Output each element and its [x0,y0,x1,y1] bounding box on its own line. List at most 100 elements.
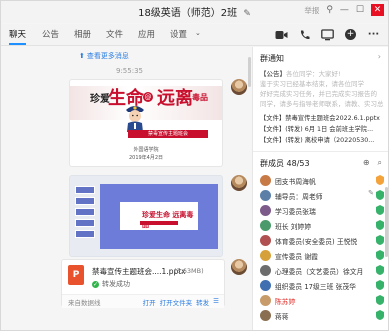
member-item[interactable]: 辅导员：周老师 ✎ [260,188,384,203]
view-more-messages-link[interactable]: ⬆ 查看更多消息 [79,51,129,61]
member-item[interactable]: 班长 刘婷婷 [260,218,384,233]
file-card-footer: 来自数据线 打开 打开文件夹 转发 ☰ [62,294,224,308]
file-name[interactable]: 禁毒宣传主题班会....1.pptx [92,266,186,277]
more-icon[interactable]: ··· [367,28,380,41]
group-file-item[interactable]: 【文件】(转发) 离校申请（20220530... [260,135,386,144]
arrow-up-icon: ⬆ [79,52,85,60]
member-name: 宣传委员 谢霞 [275,252,318,261]
group-name: 18级英语（师范）2班 [138,8,238,19]
tab-files[interactable]: 文件 [106,28,123,40]
member-list-scrollbar[interactable] [385,187,388,257]
member-avatar [260,280,271,291]
member-item[interactable]: 团支书周海帆 [260,173,384,188]
admin-badge-icon [376,235,384,245]
search-member-icon[interactable]: ⌕ [378,158,382,168]
tab-album[interactable]: 相册 [74,28,91,40]
notice-line[interactable]: 同学，请多与指导老师联系，请教、实习总 [260,98,384,108]
poster-text-away: 远离 [157,88,193,109]
menu-icon[interactable]: ☰ [213,297,219,307]
maximize-icon[interactable]: ☐ [356,4,364,16]
member-item[interactable]: 宣传委员 谢霞 [260,248,384,263]
file-tag: 【文件】 [260,137,286,144]
report-link[interactable]: 举报 [304,5,319,16]
settings-chevron-icon[interactable]: ⌄ [195,29,201,37]
members-title: 群成员 48/53 [260,159,310,168]
slide-preview: 珍爱生命 远离毒品 [100,184,218,249]
member-name: 体育委员(安全委员) 王悦悦 [275,237,358,246]
member-item[interactable]: 组织委员 17级三班 张茂华 [260,278,384,293]
minimize-icon[interactable]: — [340,4,349,16]
member-name: 团支书周海帆 [275,177,316,186]
file-source: 来自数据线 [68,299,101,307]
member-item[interactable]: 心理委员（文艺委员）徐文月 [260,263,384,278]
message-list[interactable]: ⬆ 查看更多消息 9:55:35 珍爱 生命 @ 远离 毒品 禁毒宣传主题班会 外… [1,47,251,322]
notice-more-icon[interactable]: › [378,52,381,61]
tab-announcements[interactable]: 公告 [42,28,59,40]
file-actions: 打开 打开文件夹 转发 ☰ [143,297,219,307]
chat-scrollbar[interactable] [248,57,251,87]
member-avatar [260,220,271,231]
notice-line[interactable]: 鉴于实习已经基本结束，请各位同学 [260,78,384,88]
sender-avatar[interactable] [231,79,247,95]
sender-avatar[interactable] [231,259,247,275]
member-avatar [260,250,271,261]
slide-thumbnail [75,186,95,194]
title-bar: 18级英语（师范）2班 ✎ 举报 ⚲ — ☐ ✕ [1,1,388,23]
close-icon[interactable]: ✕ [371,4,384,16]
video-call-icon[interactable] [275,28,288,41]
tab-apps[interactable]: 应用 [138,28,155,40]
group-file-name: (转发) 6月 1日 会前班主学院... [285,126,374,133]
group-file-name: 禁毒宣传主题班会2022.6.1.pptx [285,115,380,122]
admin-badge-icon [376,280,384,290]
member-avatar [260,235,271,246]
member-name: 蒋蒋 [275,312,289,321]
admin-badge-icon [376,190,384,200]
poster-text-drugs: 毒品 [192,93,208,102]
poster-text-cherish: 珍爱 [90,94,110,105]
member-item[interactable]: 蒋蒋 [260,308,384,323]
toolbar-icons: + ··· [275,28,380,41]
screen-share-icon[interactable] [321,28,334,41]
image-message-poster[interactable]: 珍爱 生命 @ 远离 毒品 禁毒宣传主题班会 外国语学院 2019年4月2日 [69,79,223,167]
forward-link[interactable]: 转发 [196,297,209,307]
open-folder-link[interactable]: 打开文件夹 [160,297,193,307]
invite-member-icon[interactable]: ⊕ [363,158,370,168]
slide-content: 珍爱生命 远离毒品 [120,202,198,230]
tab-settings[interactable]: 设置 [170,28,187,40]
pptx-file-icon: P [68,265,84,285]
notice-text: 鉴于实习已经基本结束，请各位同学 [260,80,364,88]
file-status: ✓ 转发成功 [92,279,130,289]
member-item[interactable]: 学习委员张瑞 [260,203,384,218]
add-icon[interactable]: + [344,28,357,41]
admin-badge-icon [376,205,384,215]
file-message-card[interactable]: P 禁毒宣传主题班会....1.pptx (3.63MB) ✓ 转发成功 来自数据… [61,259,225,308]
file-tag: 【文件】 [260,126,286,133]
member-name: 班长 刘婷婷 [275,222,312,231]
open-file-link[interactable]: 打开 [143,297,156,307]
sender-avatar[interactable] [231,175,247,191]
voice-call-icon[interactable] [298,28,311,41]
edit-icon[interactable]: ✎ [368,189,374,197]
member-avatar [260,175,271,186]
admin-badge-icon [376,250,384,260]
poster-badge-icon: @ [143,92,153,102]
section-divider [253,151,388,152]
group-file-item[interactable]: 【文件】(转发) 6月 1日 会前班主学院... [260,124,386,133]
member-item[interactable]: 陈苏婷 [260,293,384,308]
notice-line[interactable]: 【公告】各位同学：大家好! [260,68,384,78]
notice-line[interactable]: 好好完成实习任务，并已完成实习报告的 [260,88,384,98]
poster-banner: 禁毒宣传主题班会 [128,130,208,138]
admin-badge-icon [376,295,384,305]
pin-icon[interactable]: ⚲ [326,4,333,16]
member-avatar [260,310,271,321]
member-item[interactable]: 体育委员(安全委员) 王悦悦 [260,233,384,248]
view-more-label: 查看更多消息 [86,52,129,60]
tab-chat[interactable]: 聊天 [9,28,26,40]
file-size: (3.63MB) [174,267,204,275]
file-status-label: 转发成功 [102,280,130,288]
group-file-item[interactable]: 【文件】禁毒宣传主题班会2022.6.1.pptx [260,113,386,122]
edit-name-icon[interactable]: ✎ [243,9,251,19]
slide-red-bar [140,221,178,225]
active-tab-indicator [9,43,26,45]
image-message-slides[interactable]: 珍爱生命 远离毒品 [69,175,223,257]
